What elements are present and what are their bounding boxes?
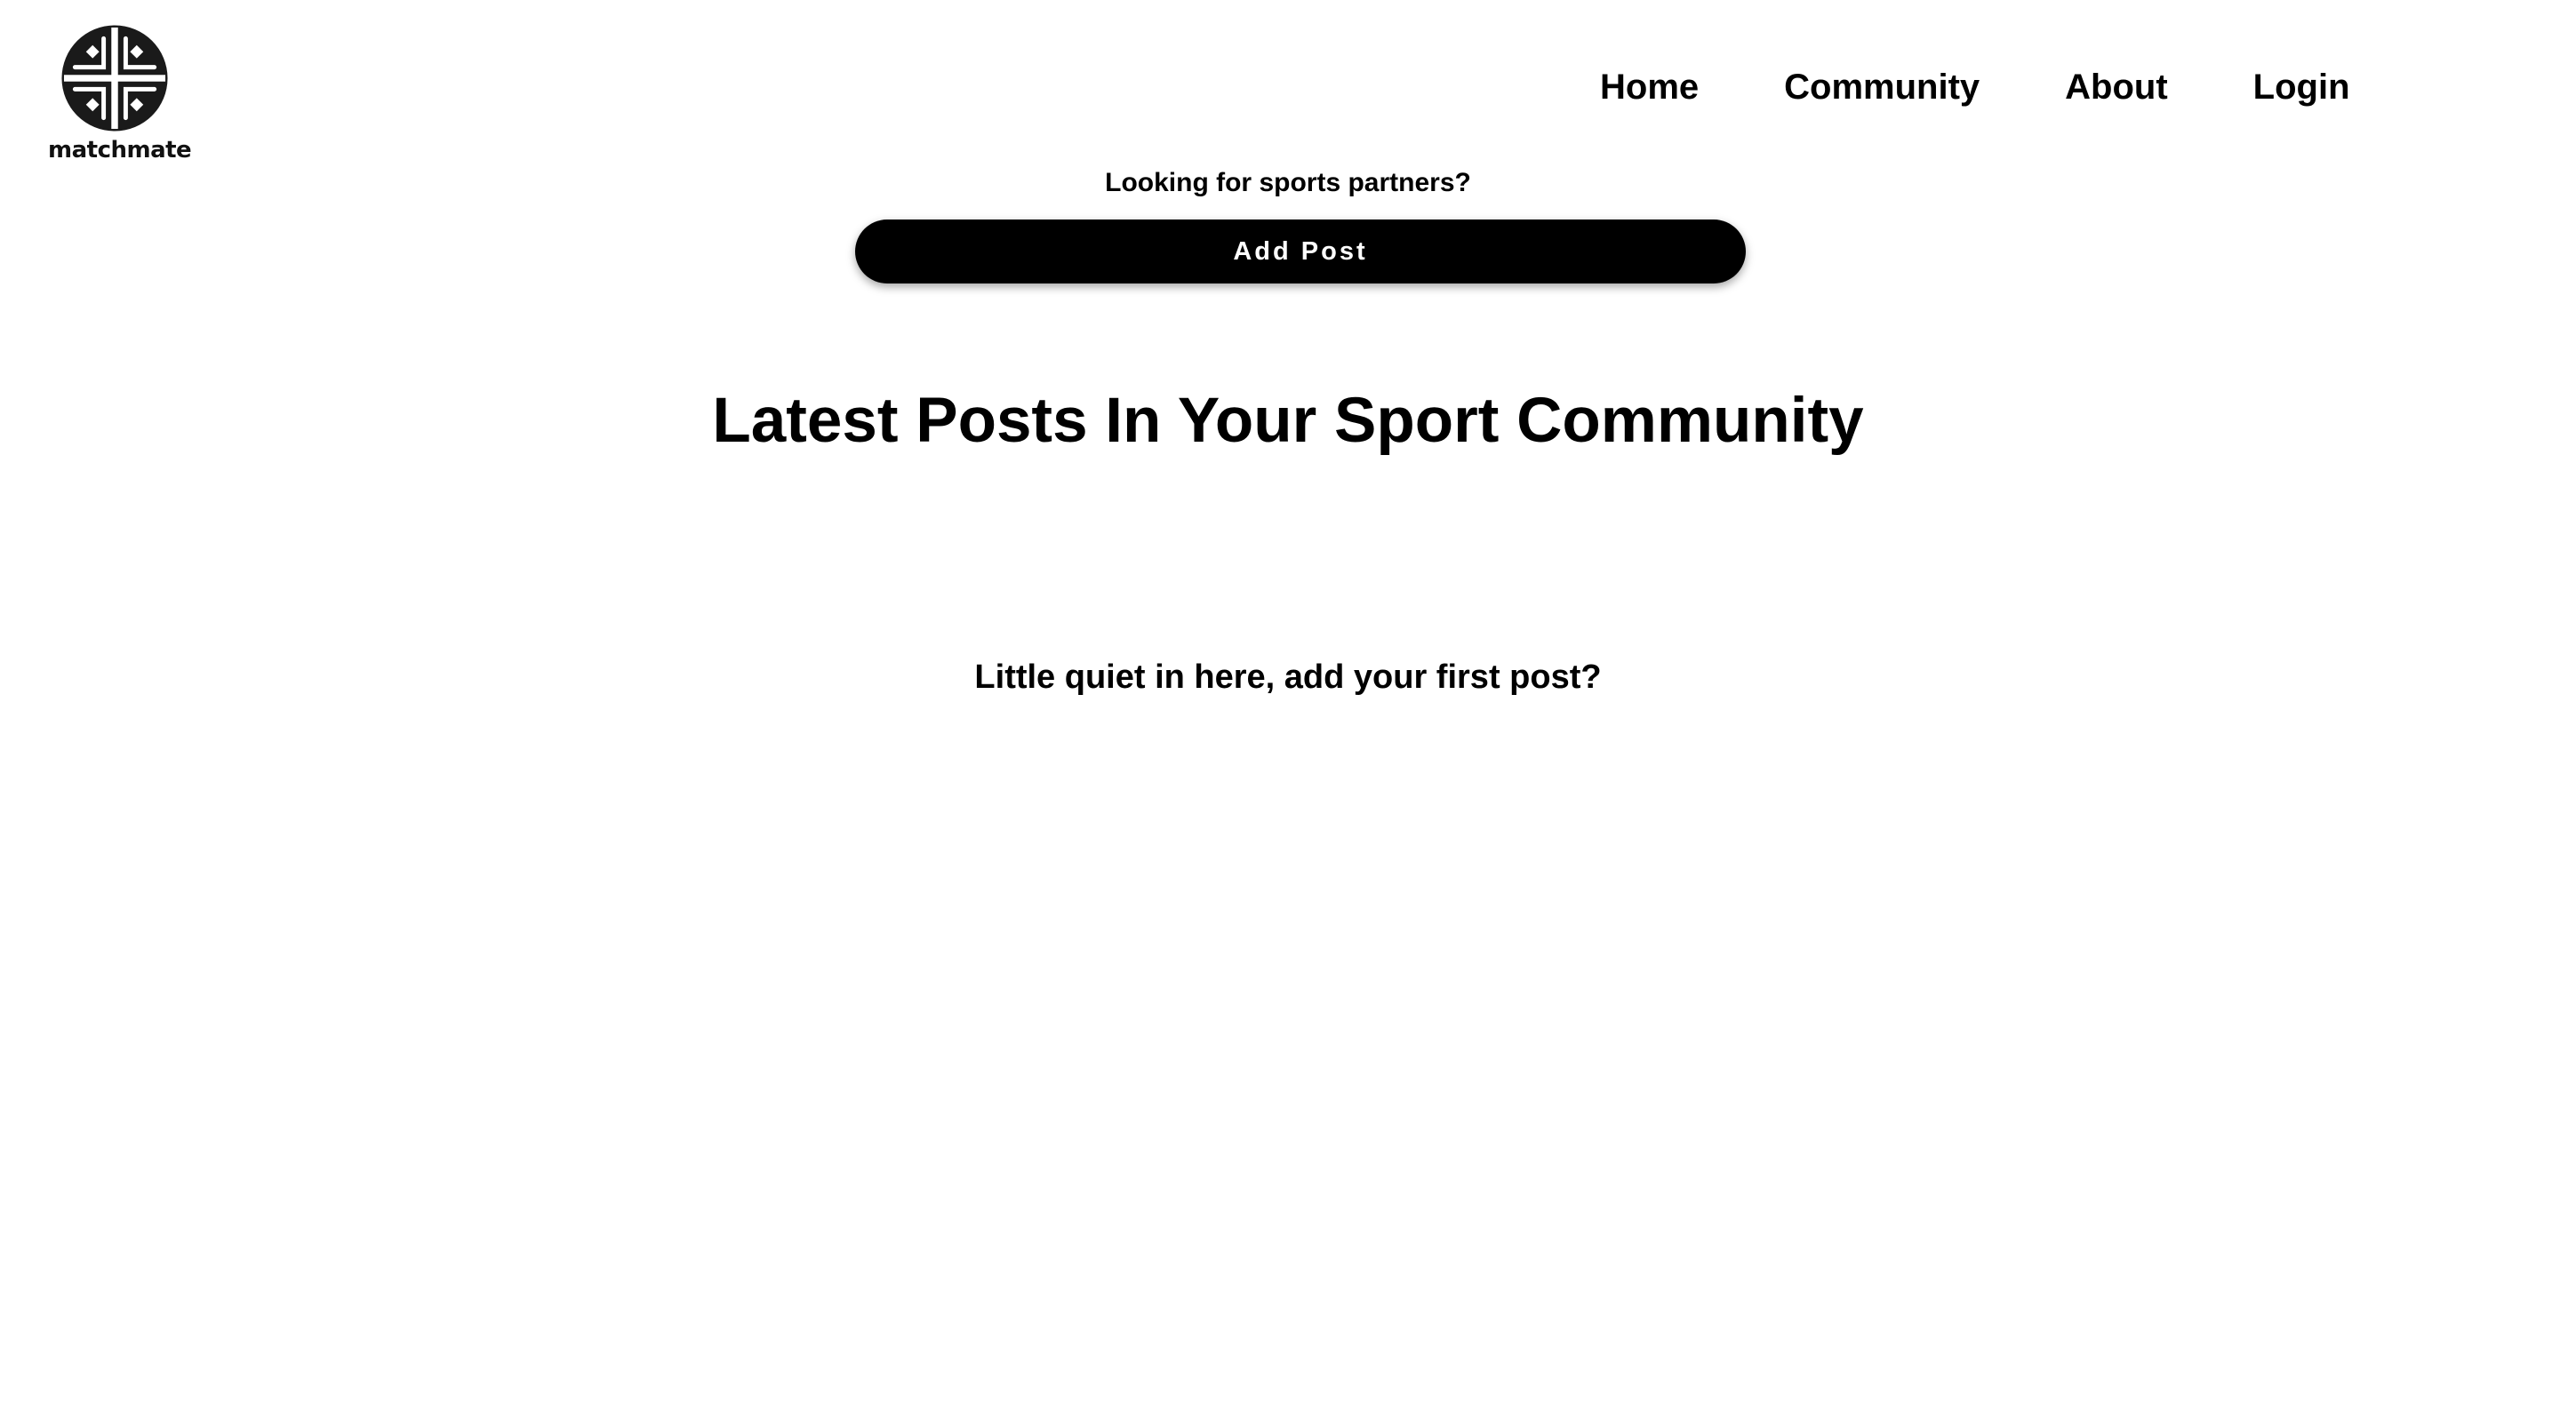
nav-login[interactable]: Login: [2253, 59, 2350, 116]
empty-state-message: Little quiet in here, add your first pos…: [974, 659, 1602, 696]
sport-ball-emblem-icon: [61, 25, 168, 132]
nav-home[interactable]: Home: [1600, 59, 1699, 116]
nav-about[interactable]: About: [2065, 59, 2168, 116]
add-post-button[interactable]: Add Post: [855, 220, 1746, 283]
page: matchmate Home Community About Login Loo…: [0, 0, 2576, 1413]
main-nav: Home Community About Login: [1600, 59, 2400, 116]
page-title: Latest Posts In Your Sport Community: [712, 386, 1864, 456]
partner-prompt: Looking for sports partners?: [1105, 168, 1471, 197]
logo-link[interactable]: matchmate: [48, 23, 192, 164]
brand-name: matchmate: [48, 137, 192, 164]
nav-community[interactable]: Community: [1784, 59, 1980, 116]
